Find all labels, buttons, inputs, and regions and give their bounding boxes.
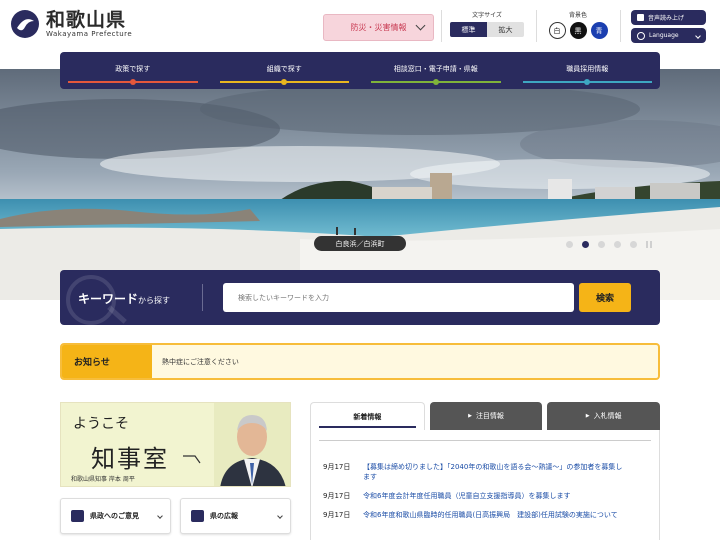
slide-dot[interactable] — [566, 241, 573, 248]
nav-item-label: 職員採用情報 — [566, 65, 609, 73]
bg-blue-button[interactable]: 青 — [590, 22, 608, 39]
nav-dot — [584, 79, 591, 85]
voice-read-label: 音声読み上げ — [648, 15, 685, 22]
globe-icon — [637, 31, 645, 40]
global-nav: 政策で探す 組織で探す 相談窓口・電子申請・県報 職員採用情報 — [60, 52, 660, 89]
public-relations-label: 県の広報 — [210, 512, 238, 520]
governor-welcome: ようこそ — [73, 416, 129, 432]
news-link[interactable]: 令和6年度和歌山県臨時的任用職員(日高振興局 建設部)任用試験の実施について — [363, 510, 623, 520]
tab-new-info[interactable]: 新着情報 — [310, 402, 425, 430]
chevron-down-icon — [415, 20, 426, 31]
keyword-search-panel: キーワードから探す 検索 — [60, 270, 660, 325]
nav-item-consultation[interactable]: 相談窓口・電子申請・県報 — [371, 52, 501, 89]
triangle-right-icon: ▶ — [468, 413, 472, 419]
font-size-large-button[interactable]: 拡大 — [487, 22, 524, 37]
news-date: 9月17日 — [323, 511, 351, 519]
news-date: 9月17日 — [323, 492, 351, 500]
nav-item-policy[interactable]: 政策で探す — [68, 52, 198, 89]
disaster-info-button[interactable]: 防災・災害情報 — [323, 14, 434, 41]
font-size-standard-button[interactable]: 標準 — [450, 22, 487, 37]
opinion-button[interactable]: 県政へのご意見 — [60, 498, 171, 534]
nav-dot — [432, 79, 439, 85]
search-input[interactable] — [223, 283, 574, 312]
nav-item-recruitment[interactable]: 職員採用情報 — [522, 52, 652, 89]
arrow-right-icon — [183, 455, 201, 464]
language-label: Language — [649, 32, 679, 39]
tab-featured[interactable]: ▶ 注目情報 — [429, 402, 543, 430]
nav-dot — [129, 79, 136, 85]
disaster-info-label: 防災・災害情報 — [350, 23, 407, 32]
slide-dot[interactable] — [614, 241, 621, 248]
bg-white-button[interactable]: 白 — [548, 22, 566, 39]
list-item: 9月17日 令和6年度和歌山県臨時的任用職員(日高振興局 建設部)任用試験の実施… — [323, 510, 623, 520]
voice-read-button[interactable]: 音声読み上げ — [631, 10, 706, 25]
pause-icon[interactable] — [646, 241, 653, 248]
search-button[interactable]: 検索 — [579, 283, 631, 312]
triangle-right-icon: ▶ — [585, 413, 590, 419]
slide-dot[interactable] — [598, 241, 605, 248]
hero-slideshow — [0, 69, 720, 300]
news-link[interactable]: 令和6年度会計年度任用職員（児童自立支援指導員）を募集します — [363, 491, 623, 501]
bg-black-button[interactable]: 黒 — [569, 22, 587, 39]
chevron-down-icon — [157, 513, 163, 519]
prefecture-emblem-icon — [11, 10, 39, 38]
font-size-control: 文字サイズ 標準 拡大 — [450, 10, 524, 37]
governor-office-title: 知事室 — [91, 445, 169, 473]
page-root: 和歌山県 Wakayama Prefecture 防災・災害情報 文字サイズ 標… — [0, 0, 720, 540]
chevron-down-icon — [277, 513, 283, 519]
notice-banner: お知らせ 熱中症にご注意ください — [60, 343, 660, 380]
governor-name: 和歌山県知事 岸本 周平 — [71, 476, 135, 483]
notice-link[interactable]: 熱中症にご注意ください — [152, 345, 239, 378]
list-item: 9月17日 令和6年度会計年度任用職員（児童自立支援指導員）を募集します — [323, 491, 623, 501]
chat-icon — [71, 510, 84, 522]
chevron-down-icon — [695, 32, 701, 39]
slide-dot-active[interactable] — [582, 241, 589, 248]
nav-item-label: 政策で探す — [115, 65, 151, 73]
nav-item-label: 組織で探す — [266, 65, 302, 73]
font-size-label: 文字サイズ — [472, 12, 502, 19]
governor-portrait — [214, 403, 290, 486]
news-date: 9月17日 — [323, 463, 351, 471]
notice-label: お知らせ — [62, 345, 152, 378]
search-divider — [202, 284, 203, 311]
nav-item-label: 相談窓口・電子申請・県報 — [393, 65, 478, 73]
logo-title: 和歌山県 — [46, 9, 127, 31]
language-select[interactable]: Language — [631, 28, 706, 43]
megaphone-icon — [191, 510, 204, 522]
news-divider — [319, 440, 651, 441]
tab-bidding[interactable]: ▶ 入札情報 — [547, 402, 661, 430]
news-link[interactable]: 【募集は締め切りました】「2040年の和歌山を語る会～熟議～」の参加者を募集しま… — [363, 462, 623, 482]
bg-color-label: 背景色 — [568, 12, 587, 19]
list-item: 9月17日 【募集は締め切りました】「2040年の和歌山を語る会～熟議～」の参加… — [323, 462, 623, 482]
header-divider — [620, 10, 621, 42]
site-logo[interactable]: 和歌山県 Wakayama Prefecture — [10, 9, 132, 39]
hero-beach-image — [0, 69, 720, 300]
info-tabs: 新着情報 ▶ 注目情報 ▶ 入札情報 — [310, 402, 661, 430]
hero-caption: 白良浜／白浜町 — [314, 236, 406, 251]
bg-color-control: 背景色 白 黒 青 — [547, 10, 609, 39]
slide-dot[interactable] — [630, 241, 637, 248]
header-divider — [536, 10, 537, 42]
nav-item-organization[interactable]: 組織で探す — [219, 52, 349, 89]
logo-subtitle: Wakayama Prefecture — [46, 30, 133, 38]
nav-dot — [281, 79, 288, 85]
news-list: 9月17日 【募集は締め切りました】「2040年の和歌山を語る会～熟議～」の参加… — [310, 430, 660, 540]
public-relations-button[interactable]: 県の広報 — [180, 498, 291, 534]
search-title: キーワードから探す — [78, 292, 171, 306]
slide-indicators — [566, 241, 653, 248]
opinion-label: 県政へのご意見 — [90, 512, 139, 520]
speaker-icon — [637, 14, 644, 21]
header-divider — [441, 10, 442, 42]
governor-office-banner[interactable]: ようこそ 知事室 和歌山県知事 岸本 周平 — [60, 402, 291, 487]
